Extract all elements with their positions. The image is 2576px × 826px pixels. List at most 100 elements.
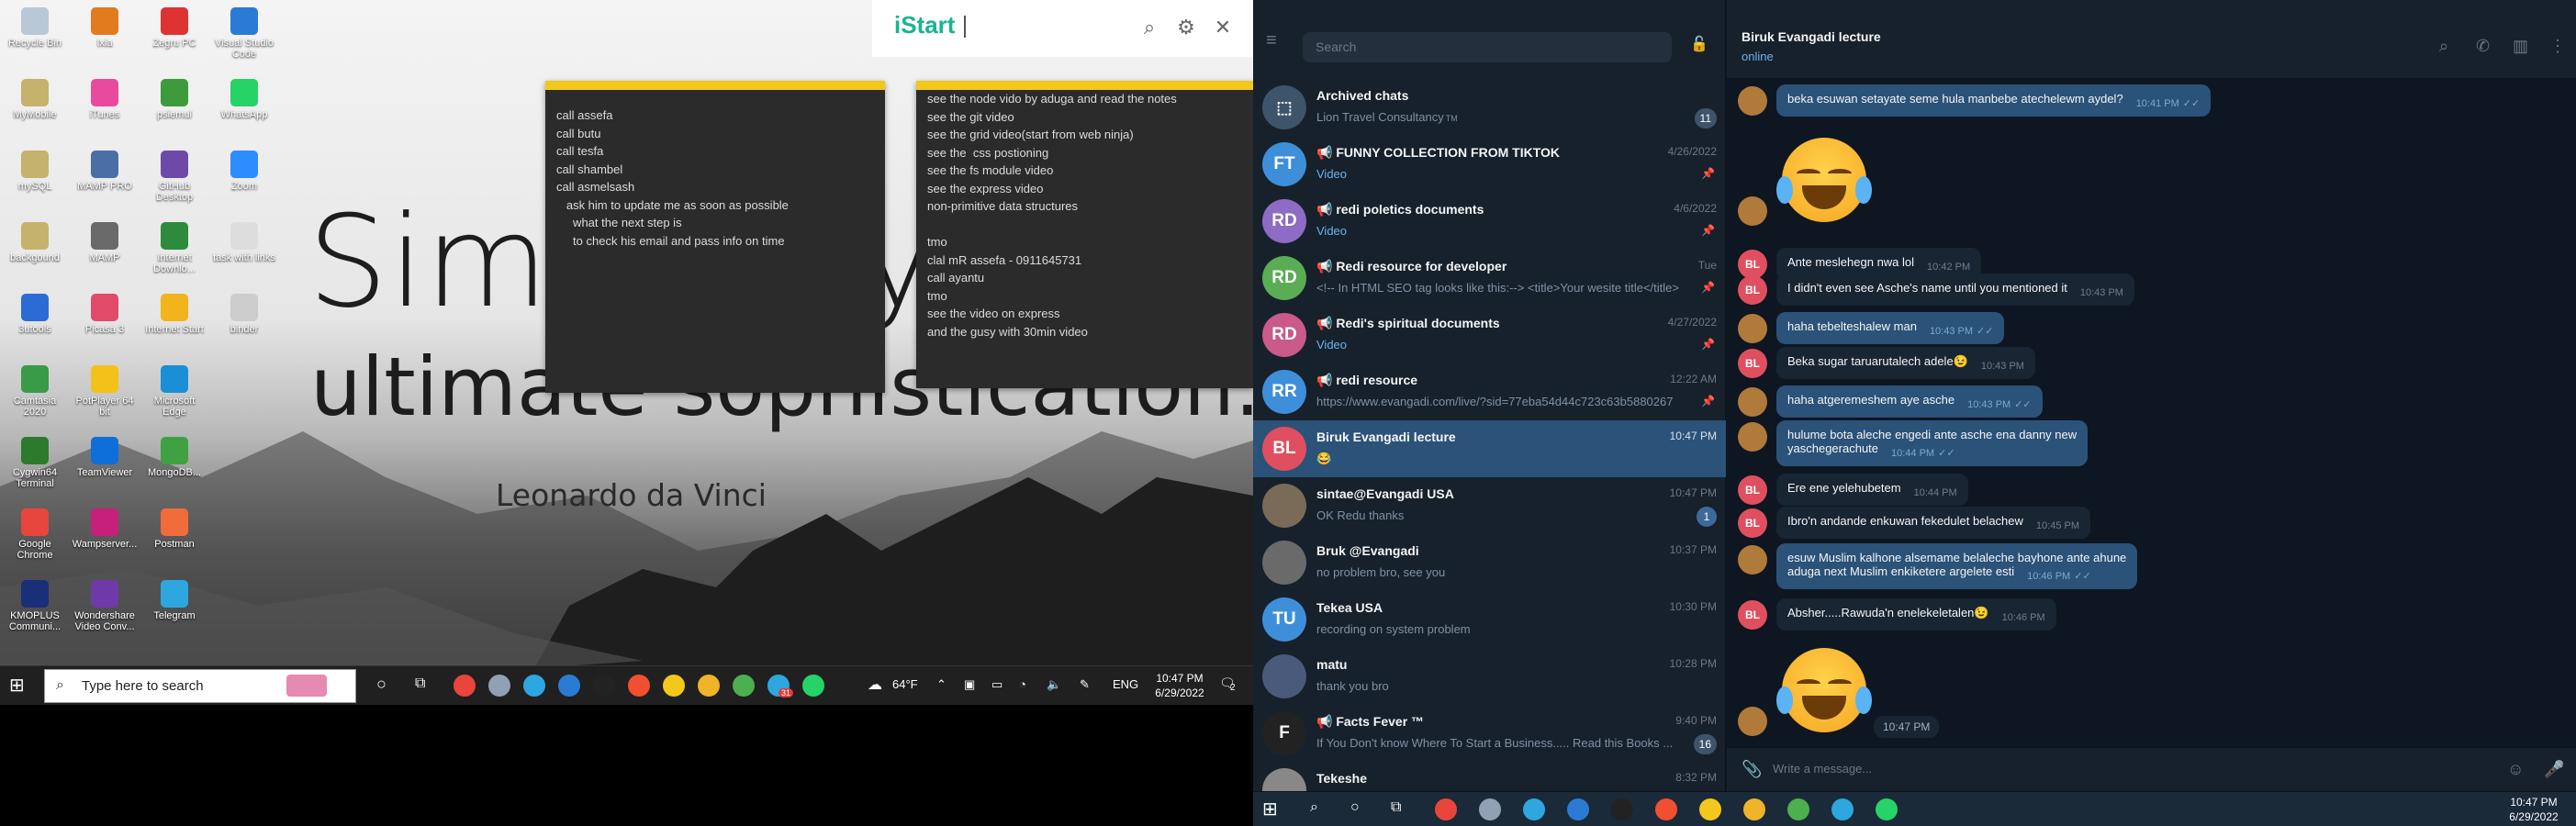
chat-list-item[interactable]: sintae@Evangadi USA OK Redu thanks 10:47 P… [1253, 477, 1726, 534]
desktop-icon[interactable]: Picasa 3 [72, 288, 138, 357]
sender-avatar[interactable] [1738, 422, 1767, 452]
desktop-icon[interactable]: Camtasia 2020 [2, 360, 68, 429]
incoming-message[interactable]: Absher.....Rawuda'n enelekeletalen😉 10:46… [1776, 598, 2056, 631]
desktop-icon[interactable]: PotPlayer 64 bit [72, 360, 138, 429]
sticky-note-calls[interactable]: call assefa call butu call tesfa call shamb… [545, 81, 885, 393]
taskbar-clock[interactable]: 10:47 PM 6/29/2022 [1148, 671, 1212, 700]
task-view-icon[interactable]: ⧉ [415, 675, 425, 692]
incoming-message[interactable]: Ere ene yelehubetem 10:44 PM [1776, 474, 1968, 506]
folder-icon[interactable] [1743, 798, 1765, 820]
sender-avatar[interactable]: BL [1738, 349, 1767, 378]
telegram-active-icon[interactable] [1831, 798, 1854, 820]
desktop-icon[interactable]: WhatsApp [211, 73, 277, 142]
desktop-icon[interactable]: 3utools [2, 288, 68, 357]
tray-app-icon[interactable]: ▣ [964, 677, 975, 692]
sender-avatar[interactable]: BL [1738, 275, 1767, 305]
search-icon[interactable]: ⌕ [2439, 37, 2448, 56]
sender-avatar[interactable]: BL [1738, 475, 1767, 505]
language-indicator[interactable]: ENG [1113, 677, 1138, 691]
desktop-icon[interactable]: backgound [2, 217, 68, 285]
chat-list-item[interactable]: Bruk @Evangadi no problem bro, see you 10:… [1253, 534, 1726, 591]
microphone-icon[interactable]: 🎤 [2544, 760, 2564, 779]
media-icon[interactable] [1787, 798, 1809, 820]
desktop-icon[interactable]: mySQL [2, 145, 68, 214]
chat-list-item[interactable]: RR 📢 redi resource https://www.evangadi.co… [1253, 363, 1726, 420]
incoming-message[interactable]: Ibro'n andande enkuwan fekedulet belache… [1776, 507, 2090, 539]
telegram-icon[interactable] [523, 675, 545, 697]
taskbar-clock-right[interactable]: 10:47 PM 6/29/2022 [2502, 795, 2566, 824]
desktop-icon[interactable]: Wondershare Video Conv... [72, 575, 138, 643]
close-icon[interactable]: ✕ [1212, 17, 1234, 39]
chrome-icon[interactable] [454, 675, 476, 697]
incoming-message[interactable]: Beka sugar taruarutalech adele😉 10:43 PM [1776, 347, 2035, 379]
desktop-icon[interactable]: Ixia [72, 2, 138, 71]
outgoing-message[interactable]: esuw Muslim kalhone alsemame belaleche b… [1776, 543, 2138, 589]
desktop-icon[interactable]: Internet Start [141, 288, 207, 357]
desktop-icon[interactable]: iTunes [72, 73, 138, 142]
sender-avatar[interactable]: BL [1738, 600, 1767, 630]
search-highlight-icon[interactable] [286, 675, 327, 697]
vscode-icon[interactable] [1567, 798, 1589, 820]
windows-start-icon[interactable]: ⊞ [9, 676, 28, 695]
chrome-icon[interactable] [1435, 798, 1457, 820]
cortana-icon[interactable]: ○ [1350, 799, 1360, 816]
sender-avatar[interactable] [1738, 545, 1767, 575]
desktop-icon[interactable]: Zegru PC [141, 2, 207, 71]
whatsapp-icon[interactable] [1876, 798, 1898, 820]
desktop-icon[interactable]: Wampserver... [72, 503, 138, 572]
volume-icon[interactable]: 🔈 [1047, 677, 1061, 692]
message-input[interactable]: Write a message... [1773, 762, 1872, 776]
chat-list-item[interactable]: matu thank you bro 10:28 PM [1253, 648, 1726, 705]
chat-list-item[interactable]: ⬚ Archived chats Lion Travel Consultancy TM… [1253, 79, 1726, 136]
sticky-notes-icon[interactable] [1699, 798, 1721, 820]
sender-avatar[interactable] [1738, 707, 1767, 736]
folder-icon[interactable] [698, 675, 720, 697]
desktop-icon[interactable]: KMOPLUS Communi... [2, 575, 68, 643]
desktop-icon[interactable]: GitHub Desktop [141, 145, 207, 214]
search-icon[interactable]: ⌕ [1138, 17, 1160, 39]
desktop-icon[interactable]: Telegram [141, 575, 207, 643]
weather-icon[interactable]: ☁ [868, 675, 882, 694]
cortana-icon[interactable]: ○ [376, 675, 386, 694]
wifi-icon[interactable]: ◔ [1019, 677, 1026, 691]
desktop-icon[interactable]: MAMP PRO [72, 145, 138, 214]
conversation-title[interactable]: Biruk Evangadi lecture [1742, 29, 1881, 44]
phone-icon[interactable]: ✆ [2476, 37, 2490, 56]
outgoing-message[interactable]: beka esuwan setayate seme hula manbebe a… [1776, 84, 2212, 117]
sticky-note-videos[interactable]: see the node vido by aduga and read the … [916, 81, 1253, 388]
chat-list-item[interactable]: BL Biruk Evangadi lecture 😂 10:47 PM [1253, 420, 1726, 477]
chat-list-item[interactable]: RD 📢 redi poletics documents Video 4/6/2022… [1253, 193, 1726, 250]
desktop-icon[interactable]: Recycle Bin [2, 2, 68, 71]
incoming-message[interactable]: I didn't even see Asche's name until you… [1776, 273, 2134, 306]
sender-avatar[interactable] [1738, 387, 1767, 417]
chat-list-item[interactable]: F 📢 Facts Fever ™ If You Don't know Where … [1253, 705, 1726, 762]
outgoing-message[interactable]: haha tebelteshalew man 10:43 PM ✓✓ [1776, 312, 2005, 344]
whatsapp-icon[interactable] [802, 675, 824, 697]
desktop-icon[interactable]: MongoDB... [141, 431, 207, 500]
chat-search-input[interactable]: Search [1303, 32, 1672, 62]
media-icon[interactable] [733, 675, 755, 697]
sender-avatar[interactable]: BL [1738, 508, 1767, 538]
sidebar-toggle-icon[interactable]: ▥ [2513, 37, 2528, 56]
search-icon[interactable]: ⌕ [1310, 799, 1318, 816]
tray-chevron-icon[interactable]: ⌃ [936, 677, 946, 692]
desktop-icon[interactable]: Internet Downlo... [141, 217, 207, 285]
git-icon[interactable] [1655, 798, 1677, 820]
telegram-icon[interactable] [1523, 798, 1545, 820]
sender-avatar[interactable] [1738, 86, 1767, 116]
attach-icon[interactable]: 📎 [1742, 760, 1762, 779]
sender-avatar[interactable] [1738, 314, 1767, 343]
terminal-icon[interactable] [1611, 798, 1633, 820]
desktop-icon[interactable]: binder [211, 288, 277, 357]
desktop-icon[interactable]: Zoom [211, 145, 277, 214]
windows-start-icon[interactable]: ⊞ [1262, 800, 1281, 819]
emoji-icon[interactable]: ☺ [2507, 760, 2524, 779]
desktop-icon[interactable]: Visual Studio Code [211, 2, 277, 71]
desktop-icon[interactable]: MyMobile [2, 73, 68, 142]
desktop-icon[interactable]: Google Chrome [2, 503, 68, 572]
desktop-icon[interactable]: Cygwin64 Terminal [2, 431, 68, 500]
battery-icon[interactable]: ▭ [991, 677, 1002, 692]
sender-avatar[interactable] [1738, 196, 1767, 226]
lock-icon[interactable]: 🔓 [1690, 35, 1708, 53]
outgoing-message[interactable]: haha atgeremeshem aye asche 10:43 PM ✓✓ [1776, 385, 2043, 418]
